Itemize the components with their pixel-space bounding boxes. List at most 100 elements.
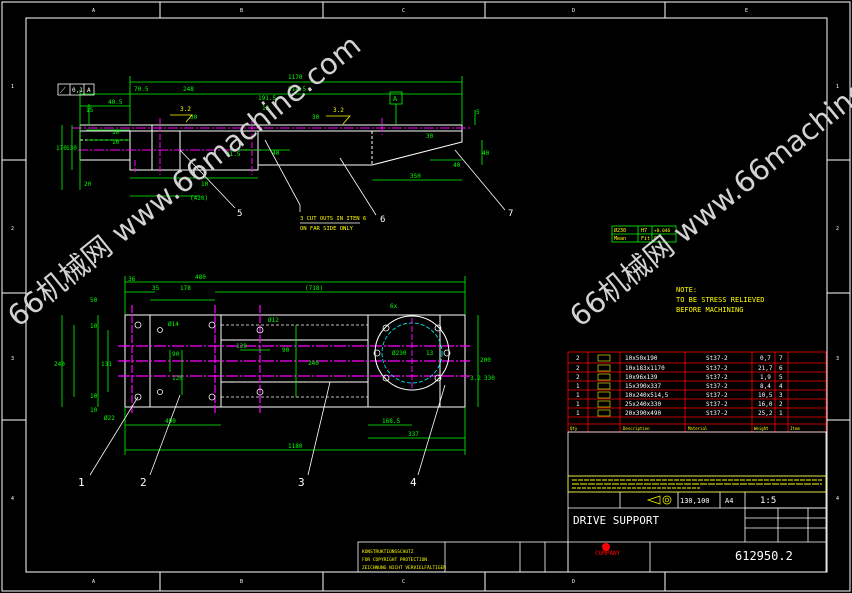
dim-10c: 10 bbox=[90, 407, 98, 414]
cad-drawing: A B C D E A B C D 1 2 3 4 1 2 3 4 1170 7… bbox=[0, 0, 852, 593]
bom-qty: 1 bbox=[576, 410, 580, 417]
balloon-4: 4 bbox=[410, 476, 417, 489]
dim-10a: 10 bbox=[112, 129, 120, 136]
dim-d12: Ø12 bbox=[268, 317, 279, 324]
bom-qty: 1 bbox=[576, 392, 580, 399]
zone-row-2: 2 bbox=[11, 226, 14, 232]
datum-a: A bbox=[389, 91, 403, 125]
zone-col-b: B bbox=[240, 8, 243, 14]
zone-col-c: C bbox=[402, 8, 405, 14]
copyright-line2: FOR COPYRIGHT PROTECTION bbox=[362, 557, 427, 563]
bom-mat: St37-2 bbox=[706, 392, 728, 399]
dim-d230: Ø230 bbox=[392, 350, 407, 357]
dim-10b: 10 bbox=[90, 393, 98, 400]
drawing-canvas: A B C D E A B C D 1 2 3 4 1 2 3 4 1170 7… bbox=[1, 1, 852, 592]
weld-b: 3.2 bbox=[333, 107, 344, 114]
hole bbox=[157, 389, 163, 395]
dim-90b: 90 bbox=[282, 347, 290, 354]
bom-header-desc: Description bbox=[623, 426, 650, 431]
zone-col-a: A bbox=[92, 8, 95, 14]
bom-desc: 10x183x1170 bbox=[625, 365, 665, 372]
dim-70-5: 70.5 bbox=[134, 86, 149, 93]
dim-40-5: 40.5 bbox=[108, 99, 123, 106]
dim-330: 330 bbox=[484, 375, 495, 382]
dim-178: 178 bbox=[180, 285, 191, 292]
zone-col-a-bottom: A bbox=[92, 579, 95, 585]
fit-size: Ø230 bbox=[614, 227, 626, 234]
dim-168-5: 168.5 bbox=[382, 418, 400, 425]
bom-kg: 25,2 bbox=[758, 410, 773, 417]
bom-item: 3 bbox=[779, 392, 783, 399]
copyright-line3: ZEICHNUNG NICHT VERVIELFÄLTIGEN bbox=[362, 564, 446, 571]
dim-337: 337 bbox=[408, 431, 419, 438]
bom-kg: 8,4 bbox=[760, 383, 771, 390]
hole bbox=[157, 327, 163, 333]
leaders-plan bbox=[89, 381, 446, 476]
dim-1180: 1180 bbox=[288, 443, 303, 450]
dim-d22a: Ø22 bbox=[104, 415, 115, 422]
weld-a: 3.2 bbox=[180, 106, 191, 113]
bom-mat: St37-2 bbox=[706, 355, 728, 362]
hole bbox=[208, 393, 216, 401]
cutout-note-line1: 3 CUT OUTS IN ITEN 6 bbox=[300, 216, 366, 222]
flatness-value: 0,1 bbox=[72, 87, 83, 94]
note-line2: BEFORE MACHINING bbox=[676, 306, 743, 314]
bom-weld-icons bbox=[597, 354, 611, 417]
bom-desc: 20x390x490 bbox=[625, 410, 662, 417]
bom-qty: 2 bbox=[576, 365, 580, 372]
dim-350: 350 bbox=[410, 173, 421, 180]
dim-40b: 40 bbox=[482, 150, 490, 157]
bore bbox=[373, 315, 451, 391]
bom-qty: 2 bbox=[576, 355, 580, 362]
bom-header-weight: Weight bbox=[754, 426, 769, 431]
dim-36: 36 bbox=[128, 276, 136, 283]
dim-40c: 40 bbox=[453, 162, 461, 169]
bom-item: 6 bbox=[779, 365, 783, 372]
dim-10a: 10 bbox=[90, 323, 98, 330]
zone-row-4-right: 4 bbox=[836, 496, 839, 502]
dim-30c: 30 bbox=[426, 133, 434, 140]
bom-mat: St37-2 bbox=[706, 365, 728, 372]
bom-desc: 10x50x190 bbox=[625, 355, 658, 362]
bom-item: 4 bbox=[779, 383, 783, 390]
dim-13: 13 bbox=[426, 350, 434, 357]
company-logo bbox=[602, 543, 610, 551]
dim-10b: 10 bbox=[112, 139, 120, 146]
bom-mat: St37-2 bbox=[706, 374, 728, 381]
mass-value: 130,100 bbox=[680, 497, 710, 505]
dim-d14: Ø14 bbox=[168, 321, 179, 328]
plan-view-dim-text: 36 480 35 178 (718) 50 10 10 240 131 90 … bbox=[54, 274, 495, 450]
bom-header-qty: Qty bbox=[570, 426, 578, 431]
watermark-text: 66机械网 www.66machine.com bbox=[563, 28, 852, 334]
zone-col-e: E bbox=[745, 8, 748, 14]
dim-50: 50 bbox=[90, 297, 98, 304]
fit-row2-a: Mean bbox=[614, 236, 626, 242]
plan-view-dimensions bbox=[61, 276, 479, 455]
note-line1: TO BE STRESS RELIEVED bbox=[676, 296, 765, 304]
bom-kg: 16,0 bbox=[758, 401, 773, 408]
zone-col-b-bottom: B bbox=[240, 579, 243, 585]
bom-header-mat: Material bbox=[688, 426, 708, 431]
title-block-text: 130,100 A4 1:5 DRIVE SUPPORT 612950.2 CO… bbox=[362, 496, 793, 571]
projection-symbol bbox=[646, 495, 672, 505]
fit-class: H7 bbox=[641, 228, 647, 234]
dim-35: 35 bbox=[152, 285, 160, 292]
drawing-title: DRIVE SUPPORT bbox=[573, 514, 659, 527]
bom-qty: 1 bbox=[576, 401, 580, 408]
dim-120: 120 bbox=[172, 375, 183, 382]
bom-kg: 21,7 bbox=[758, 365, 773, 372]
flatness-tolerance: ⟋ 0,1 A bbox=[57, 83, 95, 96]
company-name: COMPANY bbox=[595, 550, 621, 557]
datum-a-label: A bbox=[393, 95, 398, 103]
dim-15: 15 bbox=[86, 107, 94, 114]
dim-130: 130 bbox=[66, 145, 77, 152]
bom-qty: 1 bbox=[576, 383, 580, 390]
cutout-note-line2: ON FAR SIDE ONLY bbox=[300, 226, 354, 232]
zone-row-3-right: 3 bbox=[836, 356, 839, 362]
dim-200: 200 bbox=[480, 357, 491, 364]
bom-kg: 10,5 bbox=[758, 392, 773, 399]
dim-6x: 6x bbox=[390, 303, 398, 310]
copyright-line1: KONSTRUKTIONSSCHUTZ bbox=[362, 549, 414, 555]
bom-item: 7 bbox=[779, 355, 783, 362]
bom-desc: 10x240x514,5 bbox=[625, 392, 669, 399]
